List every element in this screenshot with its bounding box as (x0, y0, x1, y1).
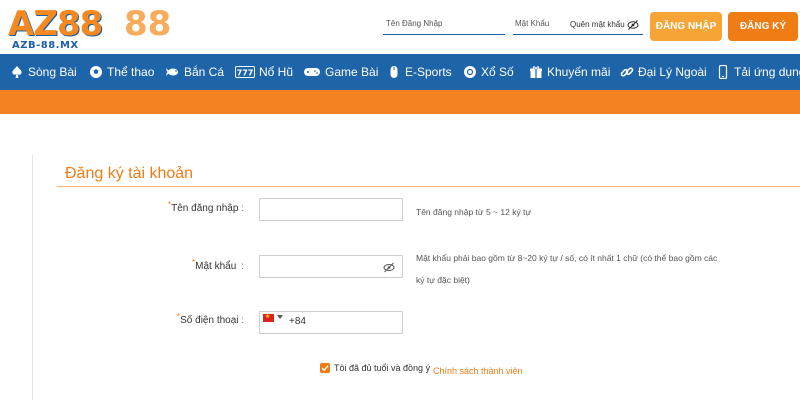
spade-icon (12, 66, 22, 78)
required-mark: * (192, 258, 196, 267)
main-nav: Sòng Bài Thể thao Bắn Cá 777 Nổ Hũ Game … (0, 54, 800, 90)
colon: : (241, 315, 244, 326)
nav-item-slots[interactable]: 777 Nổ Hũ (235, 54, 293, 90)
nav-label: Nổ Hũ (259, 65, 294, 79)
password-label-text: Mật khẩu (195, 261, 237, 272)
eye-slash-icon[interactable] (627, 19, 639, 31)
nav-item-card-games[interactable]: Game Bài (303, 54, 378, 90)
password-input[interactable] (259, 255, 403, 278)
required-mark: * (168, 200, 172, 209)
password-label: *Mật khẩu (192, 258, 237, 272)
nav-label: Tải ứng dụng (734, 65, 800, 79)
nav-label: Sòng Bài (28, 65, 77, 79)
nav-label: Đại Lý Ngoài (638, 65, 707, 79)
nav-label: Bắn Cá (184, 65, 225, 79)
agree-checkbox[interactable] (320, 363, 330, 373)
password-hint-line1: Mật khẩu phải bao gồm từ 8~20 ký tự / số… (416, 253, 718, 263)
nav-item-affiliate[interactable]: Đại Lý Ngoài (620, 54, 707, 90)
nav-item-download-app[interactable]: Tải ứng dụng (716, 54, 800, 90)
nav-label: E-Sports (405, 65, 452, 79)
orange-banner-bar (0, 90, 800, 114)
country-code: +84 (289, 316, 306, 327)
logo-subtext: AZB-88.MX (12, 40, 79, 51)
gift-icon (530, 66, 542, 78)
nav-item-promotions[interactable]: Khuyến mãi (529, 54, 610, 90)
nav-item-casino[interactable]: Sòng Bài (10, 54, 77, 90)
logo-ghost-text: 88 (124, 4, 172, 44)
form-title: Đăng ký tài khoản (65, 165, 194, 182)
member-policy-link[interactable]: Chính sách thành viên (433, 366, 523, 376)
title-divider (57, 186, 800, 187)
username-input[interactable] (259, 198, 403, 221)
flag-star-icon: ★ (265, 314, 271, 320)
nav-item-esports[interactable]: E-Sports (387, 54, 452, 90)
username-label: *Tên đăng nhập (168, 200, 239, 214)
nav-item-lottery[interactable]: Xổ Số (463, 54, 514, 90)
nav-item-sports[interactable]: Thể thao (89, 54, 154, 90)
link-icon (620, 67, 634, 77)
password-hint-line2: ký tự đặc biệt) (416, 275, 470, 285)
phone-label-text: Số điện thoại (180, 315, 239, 326)
agree-label: Tôi đã đủ tuổi và đồng ý (334, 363, 431, 373)
header-username-input[interactable]: Tên Đăng Nhập (383, 17, 505, 35)
colon: : (241, 261, 244, 272)
header-password-placeholder: Mật Khẩu (515, 19, 550, 28)
lottery-ball-icon (464, 66, 476, 78)
login-button[interactable]: ĐĂNG NHẬP (650, 12, 722, 41)
nav-item-fishing[interactable]: Bắn Cá (166, 54, 224, 90)
phone-label: *Số điện thoại (177, 312, 239, 326)
soccer-ball-icon (90, 66, 102, 78)
register-button[interactable]: ĐĂNG KÝ (728, 12, 798, 41)
username-hint: Tên đăng nhập từ 5 ~ 12 ký tự (416, 207, 532, 217)
required-mark: * (177, 312, 181, 321)
fish-icon (166, 68, 178, 76)
slot-777-icon: 777 (235, 66, 255, 78)
phone-icon (718, 65, 728, 79)
logo[interactable]: AZ88 88 AZB-88.MX (6, 4, 184, 52)
username-label-text: Tên đăng nhập (171, 203, 239, 214)
mouse-icon (390, 66, 398, 78)
logo-text: AZ88 (8, 4, 103, 44)
eye-slash-icon[interactable] (383, 262, 395, 273)
colon: : (241, 203, 244, 214)
header: AZ88 88 AZB-88.MX Tên Đăng Nhập Mật Khẩu… (0, 0, 800, 54)
chevron-down-icon[interactable] (277, 315, 283, 319)
gamepad-icon (304, 68, 320, 76)
nav-label: Khuyến mãi (547, 65, 611, 79)
nav-label: Thể thao (107, 65, 155, 79)
nav-label: Game Bài (325, 65, 379, 79)
nav-label: Xổ Số (481, 65, 514, 79)
svg-text:777: 777 (237, 69, 254, 78)
forgot-password-link[interactable]: Quên mật khẩu (570, 20, 625, 29)
